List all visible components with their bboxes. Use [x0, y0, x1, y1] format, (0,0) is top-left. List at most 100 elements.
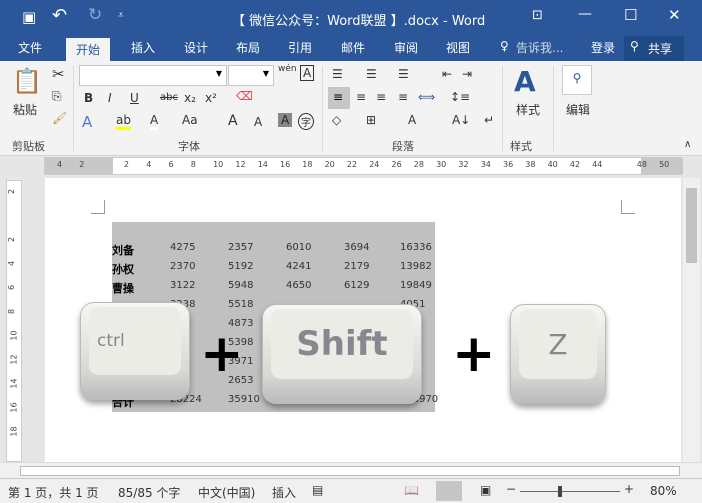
- insert-mode[interactable]: 插入: [272, 484, 296, 501]
- window-title: 【 微信公众号：Word联盟 】.docx - Word: [232, 14, 486, 29]
- zoom-in-button[interactable]: +: [624, 482, 634, 496]
- save-icon[interactable]: ▣: [22, 8, 36, 26]
- tab-home[interactable]: 开始: [66, 38, 111, 61]
- enclose-characters-icon[interactable]: 字: [298, 113, 314, 130]
- character-shading-icon[interactable]: A: [278, 113, 293, 127]
- tab-file[interactable]: 文件: [18, 39, 42, 56]
- ruler-tick: 48: [636, 160, 647, 169]
- share-button[interactable]: ⚲ 共享: [624, 36, 684, 61]
- ruler-tick: 6: [168, 160, 174, 169]
- page-count[interactable]: 第 1 页，共 1 页: [8, 484, 99, 501]
- macro-icon[interactable]: ▤: [312, 483, 323, 497]
- styles-icon[interactable]: A: [514, 65, 536, 98]
- tab-review[interactable]: 审阅: [394, 39, 418, 56]
- group-font: 字体: [178, 140, 200, 153]
- horizontal-ruler[interactable]: 4 2 2 4 6 8 10 12 14 16 18 20 22 24 26 28 30 32 34 36 38 40 42…: [44, 157, 683, 175]
- zoom-slider[interactable]: [520, 486, 620, 497]
- web-layout-icon[interactable]: ▣: [480, 483, 491, 497]
- bold-button[interactable]: B: [84, 91, 93, 105]
- table-cell: 19849: [400, 280, 432, 291]
- collapse-ribbon-icon[interactable]: ∧: [684, 139, 691, 150]
- ribbon-display-icon[interactable]: ⊡: [532, 8, 543, 23]
- borders-icon[interactable]: ⊞: [366, 113, 376, 127]
- italic-button[interactable]: I: [108, 91, 112, 105]
- sign-in-link[interactable]: 登录: [591, 39, 615, 56]
- align-right-icon[interactable]: ≡: [376, 90, 386, 104]
- tell-me-input[interactable]: 告诉我...: [516, 39, 563, 56]
- maximize-button[interactable]: ☐: [624, 6, 637, 24]
- horizontal-scrollbar[interactable]: [0, 462, 702, 478]
- format-painter-icon[interactable]: 🖌: [52, 111, 67, 125]
- change-case-icon[interactable]: Aa: [182, 113, 198, 127]
- ruler-tick: 24: [369, 160, 380, 169]
- cut-icon[interactable]: ✂: [52, 65, 65, 83]
- customize-toolbar-icon[interactable]: ⩡: [118, 10, 124, 21]
- asian-layout-icon[interactable]: A: [408, 113, 416, 127]
- multilevel-list-icon[interactable]: ☰: [398, 67, 409, 81]
- ruler-tick: 26: [391, 160, 402, 169]
- word-count[interactable]: 85/85 个字: [118, 484, 180, 501]
- tab-view[interactable]: 视图: [446, 39, 470, 56]
- styles-label[interactable]: 样式: [516, 101, 540, 118]
- undo-icon[interactable]: ↶: [52, 5, 67, 26]
- text-effects-icon[interactable]: A: [82, 113, 92, 131]
- editing-label[interactable]: 编辑: [566, 101, 590, 118]
- numbering-icon[interactable]: ☰: [366, 67, 377, 81]
- underline-button[interactable]: U: [130, 91, 139, 105]
- ribbon-tabs: 文件 开始 插入 设计 布局 引用 邮件 审阅 视图 ♀ 告诉我... 登录 ⚲…: [0, 36, 702, 61]
- distributed-icon[interactable]: ⟺: [418, 90, 435, 104]
- highlight-icon[interactable]: ab: [116, 113, 131, 130]
- tab-layout[interactable]: 布局: [236, 39, 260, 56]
- ruler-tick: 12: [235, 160, 246, 169]
- search-icon[interactable]: ⚲: [562, 65, 592, 95]
- ruler-tick: 2: [123, 160, 129, 169]
- show-marks-icon[interactable]: ↵: [484, 113, 494, 127]
- character-border-icon[interactable]: A: [300, 65, 315, 81]
- align-left-button[interactable]: ≡: [328, 87, 350, 109]
- align-center-icon[interactable]: ≡: [356, 90, 366, 104]
- tab-design[interactable]: 设计: [184, 39, 208, 56]
- decrease-indent-icon[interactable]: ⇤: [442, 67, 452, 81]
- ruler-tick: 2: [7, 188, 17, 195]
- tab-insert[interactable]: 插入: [131, 39, 155, 56]
- increase-indent-icon[interactable]: ⇥: [462, 67, 472, 81]
- shading-icon[interactable]: ◇: [332, 113, 341, 127]
- superscript-button[interactable]: x²: [205, 91, 217, 105]
- ruler-tick: 32: [458, 160, 469, 169]
- sort-icon[interactable]: A↓: [452, 113, 470, 127]
- line-spacing-icon[interactable]: ↕≡: [450, 90, 470, 104]
- vertical-scrollbar[interactable]: [683, 178, 700, 462]
- paste-icon[interactable]: 📋: [12, 67, 42, 95]
- ruler-tick: 4: [7, 260, 17, 267]
- print-layout-button[interactable]: [436, 481, 462, 501]
- minimize-button[interactable]: —: [578, 6, 592, 22]
- grow-font-icon[interactable]: A: [228, 113, 238, 129]
- ruler-tick: 10: [9, 330, 19, 341]
- font-color-icon[interactable]: A: [150, 113, 159, 130]
- tab-mailings[interactable]: 邮件: [341, 39, 365, 56]
- phonetic-guide-icon[interactable]: wén: [278, 64, 297, 74]
- table-cell: 16336: [400, 242, 432, 253]
- vertical-ruler[interactable]: 2 2 4 6 8 10 12 14 16 18: [6, 180, 22, 462]
- tab-references[interactable]: 引用: [288, 39, 312, 56]
- share-label: 共享: [648, 42, 673, 56]
- close-button[interactable]: ✕: [668, 6, 681, 24]
- zoom-out-button[interactable]: −: [506, 482, 516, 496]
- copy-icon[interactable]: ⎘: [52, 89, 62, 104]
- strikethrough-button[interactable]: abc: [160, 92, 178, 103]
- ruler-tick: 2: [79, 160, 85, 169]
- redo-icon[interactable]: ↻: [88, 5, 102, 25]
- paste-label[interactable]: 粘贴: [13, 101, 37, 118]
- language[interactable]: 中文(中国): [198, 484, 255, 501]
- read-mode-icon[interactable]: 📖: [404, 483, 419, 497]
- subscript-button[interactable]: x₂: [184, 91, 196, 105]
- bullets-icon[interactable]: ☰: [332, 67, 343, 81]
- ruler-tick: 16: [9, 402, 19, 413]
- justify-icon[interactable]: ≡: [398, 90, 408, 104]
- font-size-select[interactable]: ▼: [228, 65, 274, 86]
- clear-formatting-icon[interactable]: ⌫: [236, 89, 253, 103]
- zoom-level[interactable]: 80%: [650, 484, 677, 498]
- table-row: 刘备 4275 2357 6010 3694 16336: [112, 242, 435, 261]
- font-name-select[interactable]: ▼: [79, 65, 227, 86]
- shrink-font-icon[interactable]: A: [254, 115, 262, 129]
